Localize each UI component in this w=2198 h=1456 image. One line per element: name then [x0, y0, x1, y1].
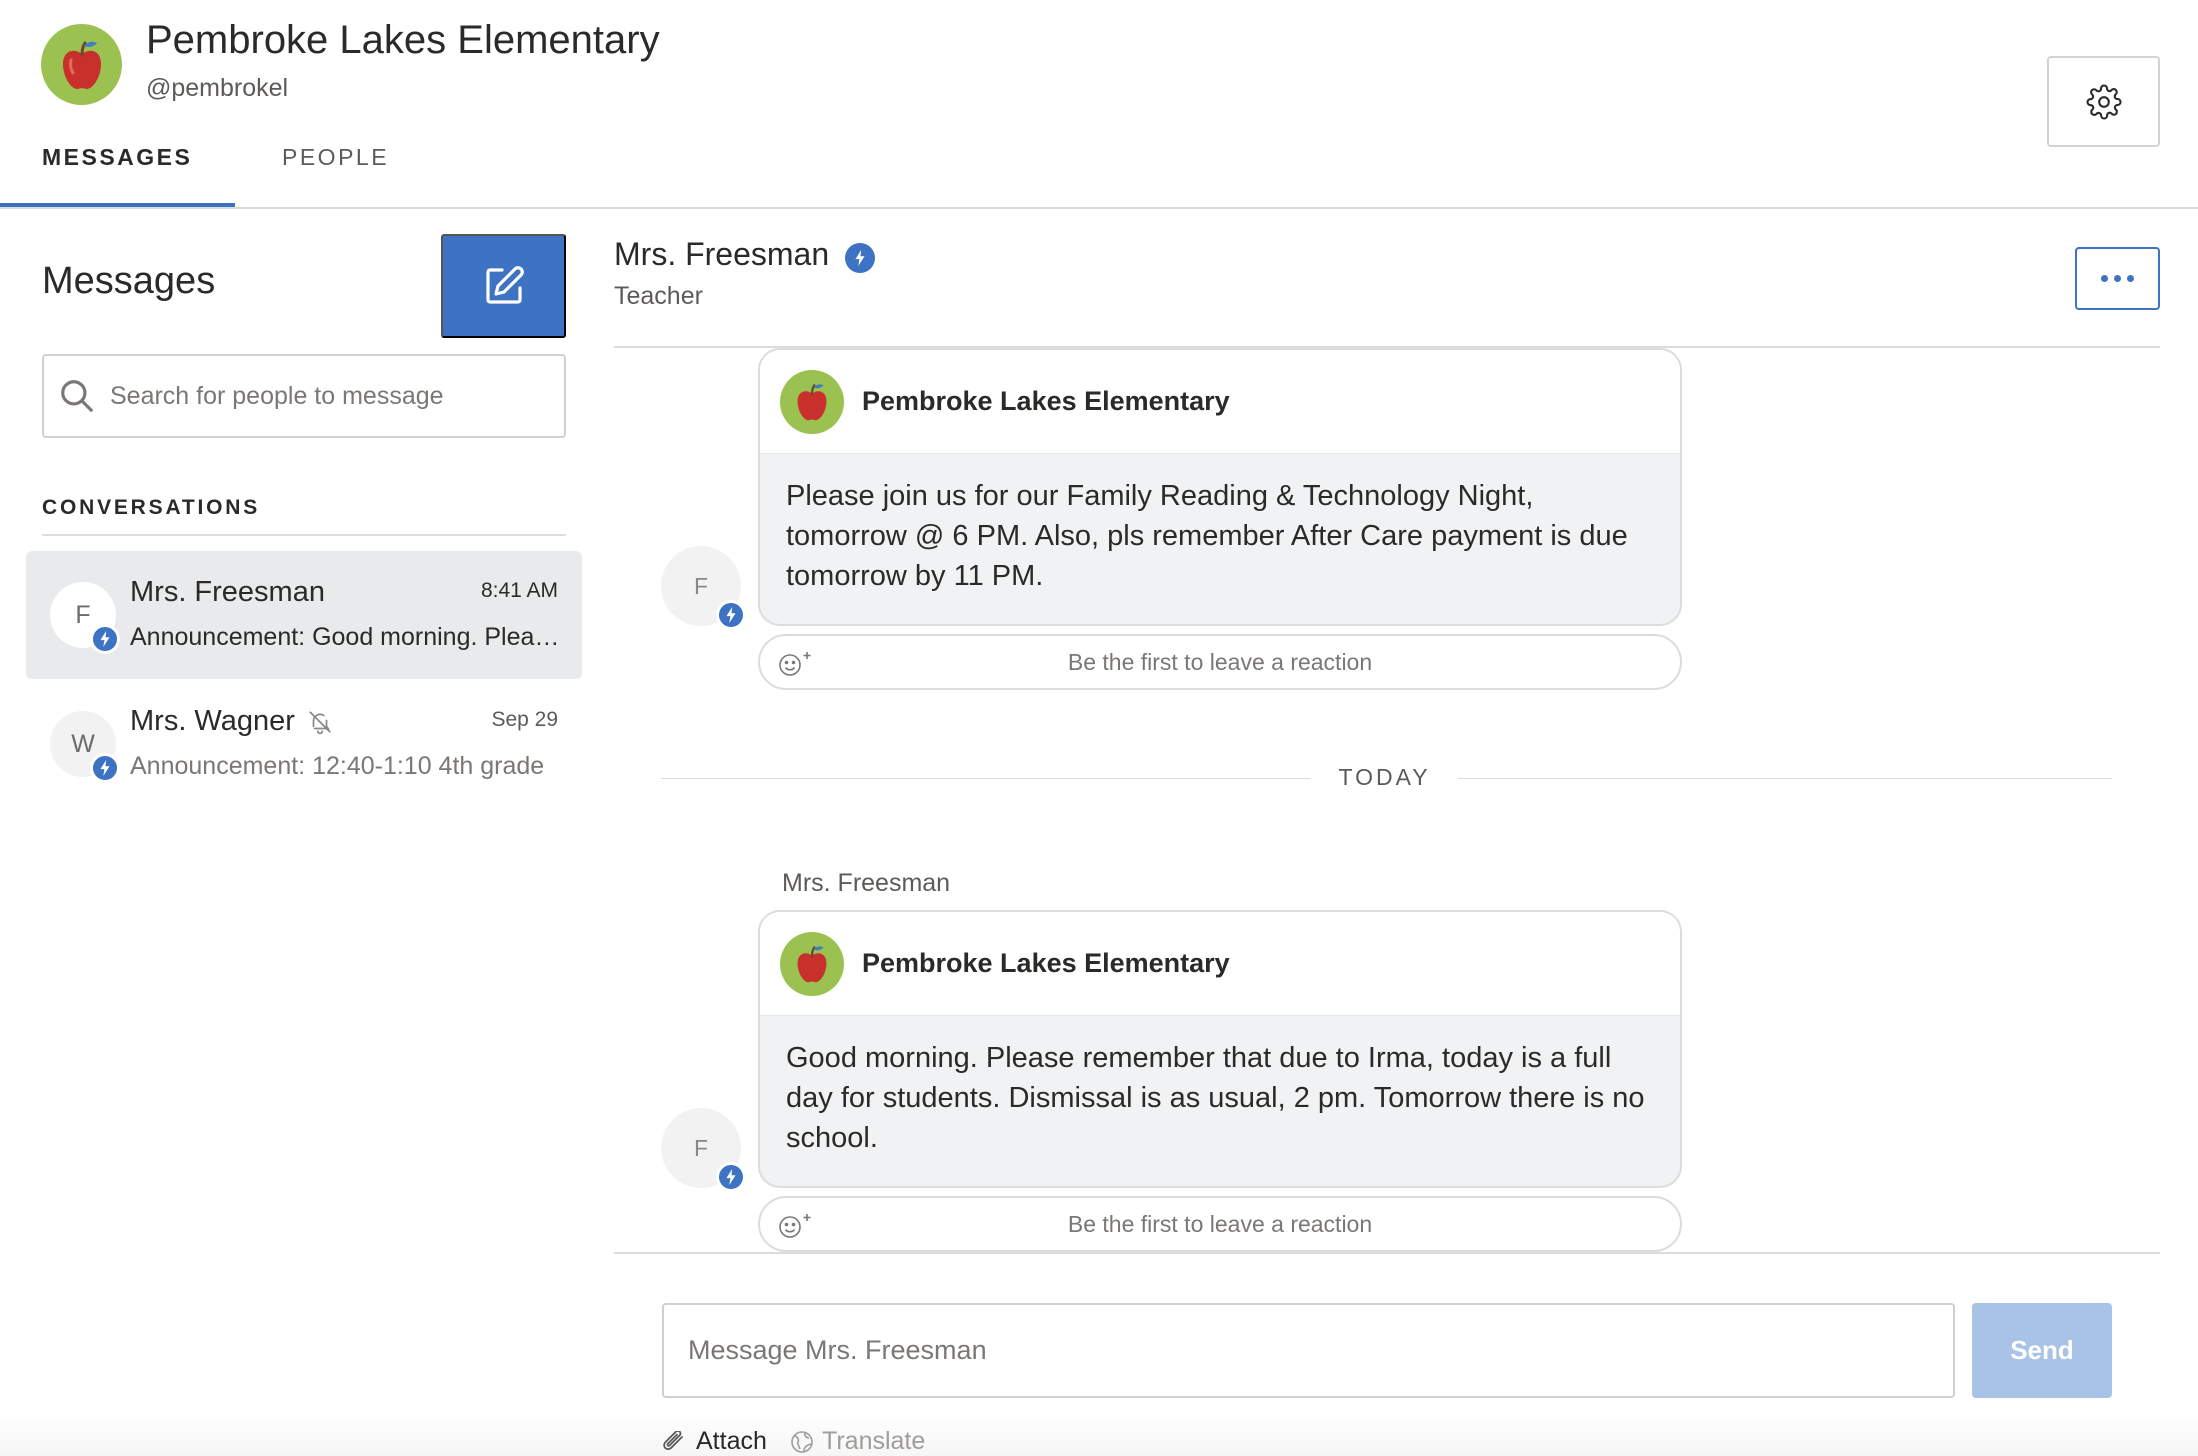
- school-name: Pembroke Lakes Elementary: [146, 18, 660, 62]
- conversation-item[interactable]: F Mrs. Freesman 8:41 AM Announcement: Go…: [26, 551, 582, 679]
- tab-people[interactable]: PEOPLE: [282, 144, 389, 171]
- more-icon-dot: [2127, 275, 2134, 282]
- more-options-button[interactable]: [2075, 247, 2160, 310]
- lightning-badge-icon: [90, 624, 120, 654]
- add-reaction-icon[interactable]: [776, 648, 816, 678]
- school-avatar: [780, 369, 844, 434]
- bottom-shadow: [0, 1410, 2198, 1456]
- message-card-title: Pembroke Lakes Elementary: [862, 386, 1230, 416]
- lightning-badge-icon: [90, 753, 120, 783]
- avatar-initial: W: [71, 729, 95, 758]
- school-avatar: [780, 931, 844, 996]
- gear-icon: [2086, 84, 2121, 119]
- conversation-time: 8:41 AM: [480, 579, 558, 602]
- apple-icon: [797, 383, 827, 420]
- date-divider-line: [661, 778, 1311, 779]
- search-input[interactable]: [110, 381, 550, 411]
- chat-contact-name: Mrs. Freesman: [614, 236, 830, 272]
- conversations-heading: CONVERSATIONS: [42, 496, 261, 519]
- conversation-preview: Announcement: 12:40-1:10 4th grade: [130, 752, 545, 780]
- settings-button[interactable]: [2047, 56, 2160, 147]
- reaction-bar[interactable]: Be the first to leave a reaction: [758, 1196, 1682, 1252]
- sidebar-title: Messages: [42, 260, 216, 302]
- apple-icon: [62, 41, 101, 89]
- search-icon: [61, 380, 93, 412]
- attach-label: Attach: [696, 1427, 767, 1455]
- message-body: Good morning. Please remember that due t…: [786, 1042, 1645, 1154]
- attach-button[interactable]: Attach: [662, 1427, 767, 1456]
- translate-label: Translate: [822, 1427, 926, 1455]
- tab-messages[interactable]: MESSAGES: [42, 144, 192, 171]
- date-divider-label: TODAY: [1338, 764, 1431, 790]
- compose-button[interactable]: [441, 234, 566, 338]
- conversation-item[interactable]: W Mrs. Wagner Sep 29 Announcement: 12:40…: [26, 680, 582, 808]
- lightning-badge-icon: [845, 242, 876, 273]
- more-icon-dot: [2114, 275, 2121, 282]
- search-box[interactable]: [42, 354, 566, 438]
- message-input[interactable]: [688, 1335, 1928, 1366]
- reaction-prompt: Be the first to leave a reaction: [1067, 1210, 1373, 1237]
- conversation-time: Sep 29: [491, 708, 558, 731]
- add-reaction-icon[interactable]: [776, 1210, 816, 1240]
- message-card: Pembroke Lakes Elementary Please join us…: [758, 348, 1682, 626]
- conversation-name-row: Mrs. Wagner: [130, 705, 333, 738]
- avatar-initial: F: [693, 1134, 709, 1161]
- lightning-badge-icon: [716, 600, 746, 630]
- message-card-title: Pembroke Lakes Elementary: [862, 948, 1230, 978]
- message-body: Please join us for our Family Reading & …: [786, 480, 1628, 592]
- mute-bell-icon: [309, 710, 331, 734]
- send-button[interactable]: Send: [1972, 1303, 2112, 1398]
- header-divider: [0, 207, 2198, 209]
- conversations-divider: [42, 534, 566, 536]
- conversation-preview: Announcement: Good morning. Please remem…: [130, 623, 560, 651]
- message-card-header: Pembroke Lakes Elementary: [760, 350, 1680, 454]
- message-card: Pembroke Lakes Elementary Good morning. …: [758, 910, 1682, 1188]
- message-card-header: Pembroke Lakes Elementary: [760, 912, 1680, 1016]
- chat-contact-role: Teacher: [614, 282, 703, 310]
- conversation-name: Mrs. Wagner: [130, 705, 295, 737]
- avatar-initial: F: [693, 572, 709, 599]
- school-avatar: [41, 24, 122, 105]
- lightning-badge-icon: [716, 1162, 746, 1192]
- apple-icon: [797, 945, 827, 982]
- avatar-initial: F: [75, 600, 91, 629]
- message-sender-label: Mrs. Freesman: [782, 869, 951, 897]
- date-divider-line: [1458, 778, 2112, 779]
- more-icon: [2101, 275, 2108, 282]
- message-composer[interactable]: [662, 1303, 1955, 1398]
- paperclip-icon: [663, 1430, 683, 1450]
- reaction-bar[interactable]: Be the first to leave a reaction: [758, 634, 1682, 690]
- compose-icon: [485, 266, 524, 304]
- globe-icon: [791, 1430, 813, 1453]
- chat-name-row: Mrs. Freesman: [614, 236, 876, 273]
- reaction-prompt: Be the first to leave a reaction: [1067, 648, 1373, 675]
- conversation-name: Mrs. Freesman: [130, 576, 325, 608]
- school-handle: @pembrokel: [146, 74, 289, 102]
- composer-divider: [614, 1252, 2160, 1254]
- translate-button[interactable]: Translate: [790, 1427, 925, 1456]
